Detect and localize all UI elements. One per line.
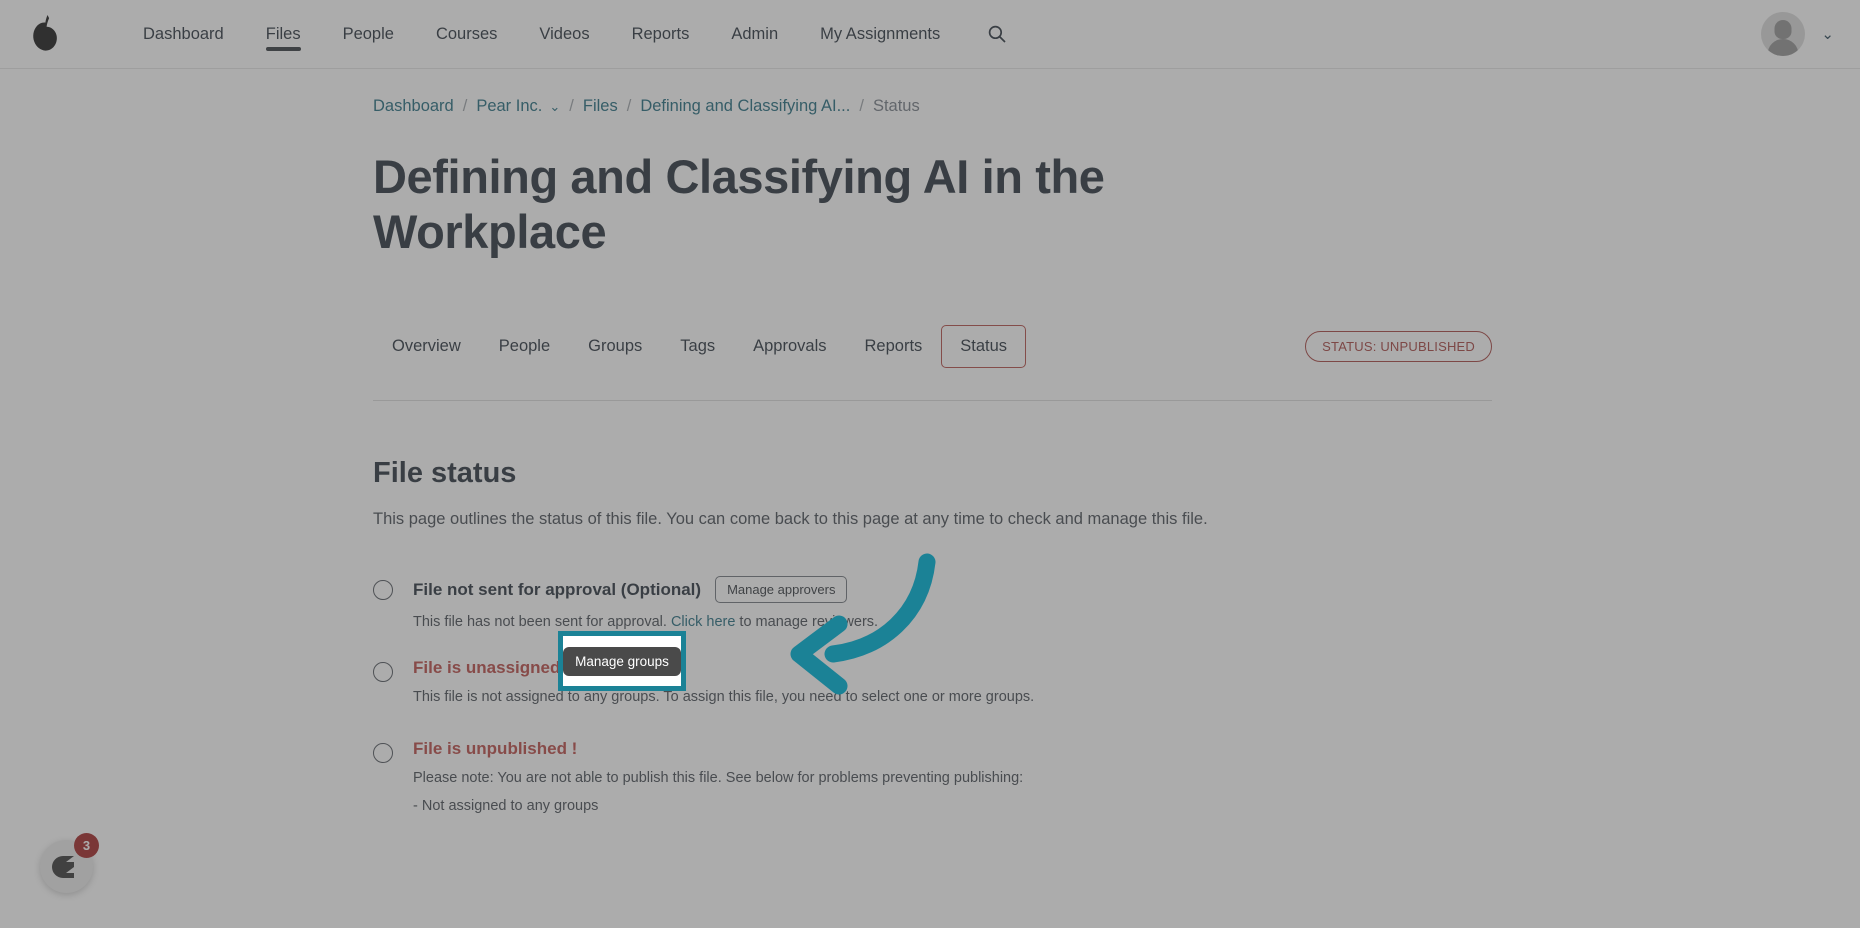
click-here-link[interactable]: Click here (671, 614, 735, 630)
status-item-header: File is unpublished ! (413, 739, 1023, 759)
desc-text-before: This file has not been sent for approval… (413, 614, 671, 631)
nav-item-courses[interactable]: Courses (415, 0, 518, 68)
tab-label: Tags (680, 337, 716, 356)
nav-item-people[interactable]: People (322, 0, 415, 68)
tabs-row: Overview People Groups Tags Approvals Re… (373, 325, 1860, 369)
status-item-unpublished: File is unpublished ! Please note: You a… (373, 739, 1860, 814)
breadcrumb-separator: / (462, 97, 468, 115)
tab-label: Reports (864, 337, 923, 356)
nav-item-reports[interactable]: Reports (611, 0, 711, 68)
status-item-description: Please note: You are not able to publish… (413, 770, 1024, 787)
nav-label: People (342, 24, 394, 43)
avatar-body (1767, 39, 1799, 56)
status-item-title: File is unassigned (413, 658, 561, 678)
breadcrumb-item-dashboard[interactable]: Dashboard (373, 97, 454, 116)
tab-tags[interactable]: Tags (661, 325, 734, 368)
status-item-title: File is unpublished ! (413, 739, 578, 759)
tab-approvals[interactable]: Approvals (734, 325, 845, 368)
avatar[interactable] (1761, 12, 1806, 56)
tab-reports[interactable]: Reports (846, 325, 942, 368)
nav-item-my-assignments[interactable]: My Assignments (799, 0, 961, 68)
status-item-description: This file has not been sent for approval… (413, 614, 878, 630)
chevron-down-icon[interactable]: ⌄ (1821, 25, 1834, 43)
section-divider (373, 400, 1492, 402)
nav-item-videos[interactable]: Videos (518, 0, 610, 68)
page-title: Defining and Classifying AI in the Workp… (373, 150, 1105, 258)
breadcrumb-item-files[interactable]: Files (583, 97, 618, 116)
tab-overview[interactable]: Overview (373, 325, 480, 368)
status-radio-icon[interactable] (373, 662, 393, 683)
tab-label: Overview (392, 337, 461, 356)
nav-item-files[interactable]: Files (245, 0, 322, 68)
status-item-approval: File not sent for approval (Optional) Ma… (373, 576, 1860, 630)
nav-item-dashboard[interactable]: Dashboard (122, 0, 245, 68)
manage-approvers-button[interactable]: Manage approvers (715, 576, 848, 604)
breadcrumb-item-pear-inc[interactable]: Pear Inc. (476, 97, 542, 116)
chat-unread-badge: 3 (74, 833, 99, 858)
breadcrumb-separator: / (859, 97, 864, 115)
nav-label: Files (265, 24, 301, 43)
nav-label: My Assignments (820, 24, 941, 43)
topbar-right-group: ⌄ (1761, 0, 1834, 68)
tab-people[interactable]: People (480, 325, 569, 368)
nav-label: Videos (539, 24, 590, 43)
pear-logo-icon[interactable] (14, 14, 76, 54)
section-description: This page outlines the status of this fi… (373, 510, 1208, 529)
chat-bubble-icon (51, 855, 74, 878)
nav-label: Admin (731, 24, 779, 43)
status-radio-icon[interactable] (373, 580, 393, 601)
status-item-body: File is unpublished ! Please note: You a… (413, 739, 1023, 814)
nav-label: Dashboard (143, 24, 224, 43)
status-radio-icon[interactable] (373, 743, 393, 764)
breadcrumb-separator: / (626, 97, 632, 115)
primary-nav: Dashboard Files People Courses Videos Re… (122, 0, 1007, 68)
top-navigation-bar: Dashboard Files People Courses Videos Re… (0, 0, 1860, 69)
breadcrumb: Dashboard / Pear Inc. ⌄ / Files / Defini… (373, 97, 1860, 116)
desc-text-after: to manage reviewers. (735, 614, 879, 631)
manage-groups-button[interactable]: Manage groups (563, 646, 681, 676)
manage-groups-highlight: Manage groups (558, 631, 686, 691)
section-title: File status (373, 457, 517, 490)
status-list: File not sent for approval (Optional) Ma… (373, 576, 1860, 814)
avatar-head (1774, 20, 1792, 39)
page-content: Dashboard / Pear Inc. ⌄ / Files / Defini… (0, 69, 1860, 814)
status-item-description: This file is not assigned to any groups.… (413, 689, 1035, 706)
chevron-down-icon[interactable]: ⌄ (549, 99, 560, 115)
search-icon[interactable] (987, 24, 1007, 44)
status-item-body: File is unassigned This file is not assi… (413, 658, 1034, 705)
status-item-header: File not sent for approval (Optional) Ma… (413, 576, 878, 604)
nav-label: Reports (631, 24, 690, 43)
tab-label: Groups (588, 337, 643, 356)
breadcrumb-item-status: Status (872, 97, 920, 115)
status-badge[interactable]: STATUS: UNPUBLISHED (1305, 331, 1492, 363)
tab-status[interactable]: Status (941, 325, 1027, 369)
tab-groups[interactable]: Groups (569, 325, 661, 368)
status-item-body: File not sent for approval (Optional) Ma… (413, 576, 878, 630)
nav-item-admin[interactable]: Admin (710, 0, 799, 68)
tab-list: Overview People Groups Tags Approvals Re… (373, 325, 1027, 369)
tab-label: Approvals (753, 337, 827, 356)
status-item-header: File is unassigned (413, 658, 1034, 678)
breadcrumb-separator: / (569, 97, 574, 115)
status-item-problem: - Not assigned to any groups (413, 798, 599, 815)
chat-widget-button[interactable]: 3 (40, 833, 99, 893)
page-root: Dashboard Files People Courses Videos Re… (0, 0, 1860, 928)
tab-label: People (498, 337, 551, 356)
status-item-title: File not sent for approval (Optional) (413, 579, 702, 599)
breadcrumb-item-file[interactable]: Defining and Classifying AI... (640, 97, 850, 116)
nav-label: Courses (435, 24, 498, 43)
tab-label: Status (960, 337, 1008, 356)
